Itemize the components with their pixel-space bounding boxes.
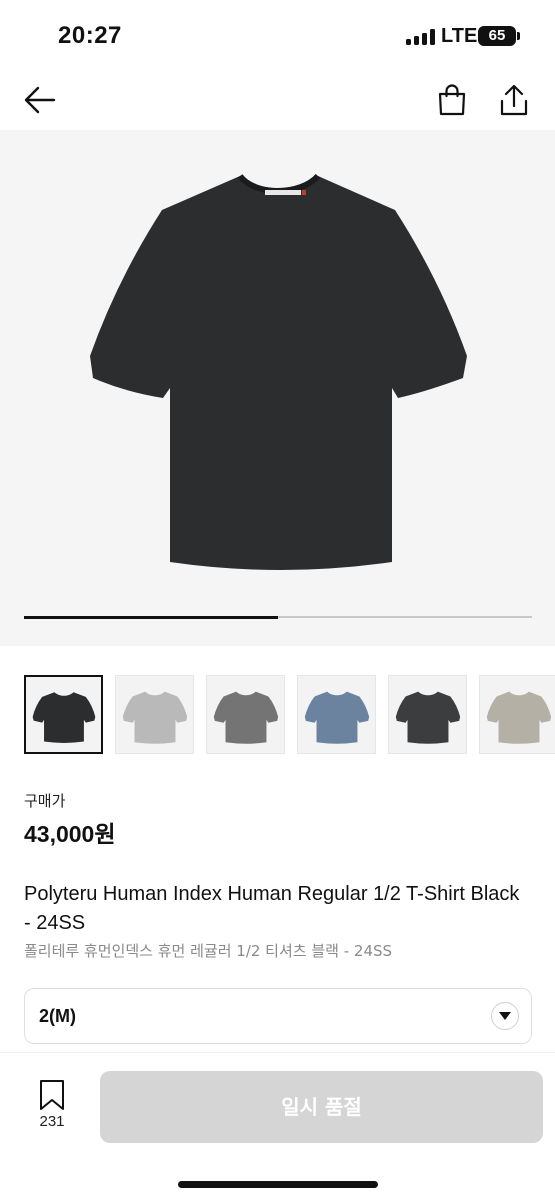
shopping-bag-icon xyxy=(438,84,466,116)
wishlist-count: 231 xyxy=(39,1113,65,1130)
tshirt-thumbnail-image xyxy=(395,691,461,744)
arrow-left-icon xyxy=(24,86,56,114)
wishlist-button[interactable]: 231 xyxy=(28,1079,76,1139)
status-bar: 20:27 LTE 65 xyxy=(0,0,555,72)
red-tag xyxy=(302,190,306,195)
thumbnail-item[interactable] xyxy=(297,675,376,754)
product-image-gallery[interactable] xyxy=(0,130,555,646)
price-label: 구매가 xyxy=(24,793,66,810)
chevron-down-icon xyxy=(491,1002,519,1030)
thumbnail-item[interactable] xyxy=(479,675,555,754)
nav-bar xyxy=(0,72,555,130)
back-button[interactable] xyxy=(18,78,62,122)
size-select[interactable]: 2(M) xyxy=(24,988,532,1044)
thumbnail-item[interactable] xyxy=(115,675,194,754)
bookmark-icon xyxy=(40,1080,64,1110)
share-icon xyxy=(500,84,528,116)
tshirt-thumbnail-image xyxy=(304,691,370,744)
price-value: 43,000원 xyxy=(24,821,116,847)
thumbnail-item[interactable] xyxy=(24,675,103,754)
thumbnail-item[interactable] xyxy=(206,675,285,754)
thumbnail-item[interactable] xyxy=(388,675,467,754)
gallery-progress-fill xyxy=(24,615,278,619)
tshirt-thumbnail-image xyxy=(32,692,96,743)
thumbnail-strip xyxy=(0,675,555,755)
battery-icon: 65 xyxy=(478,26,520,46)
tshirt-product-image xyxy=(90,173,467,570)
shopping-bag-button[interactable] xyxy=(430,78,474,122)
tshirt-thumbnail-image xyxy=(486,691,552,744)
share-button[interactable] xyxy=(492,78,536,122)
tshirt-thumbnail-image xyxy=(213,691,279,744)
product-name-english: Polyteru Human Index Human Regular 1/2 T… xyxy=(24,883,520,934)
tshirt-thumbnail-image xyxy=(122,691,188,744)
status-time: 20:27 xyxy=(58,22,122,49)
size-select-value: 2(M) xyxy=(39,1006,76,1026)
sold-out-button[interactable]: 일시 품절 xyxy=(100,1071,543,1143)
neck-label xyxy=(265,190,301,195)
battery-level: 65 xyxy=(488,27,506,44)
gallery-progress xyxy=(24,615,532,619)
network-type: LTE xyxy=(441,25,478,47)
bottom-action-bar: 231 일시 품절 xyxy=(0,1052,555,1200)
product-name-korean: 폴리테루 휴먼인덱스 휴먼 레귤러 1/2 티셔츠 블랙 - 24SS xyxy=(24,942,393,960)
signal-icon xyxy=(406,29,436,45)
home-indicator xyxy=(178,1181,378,1188)
